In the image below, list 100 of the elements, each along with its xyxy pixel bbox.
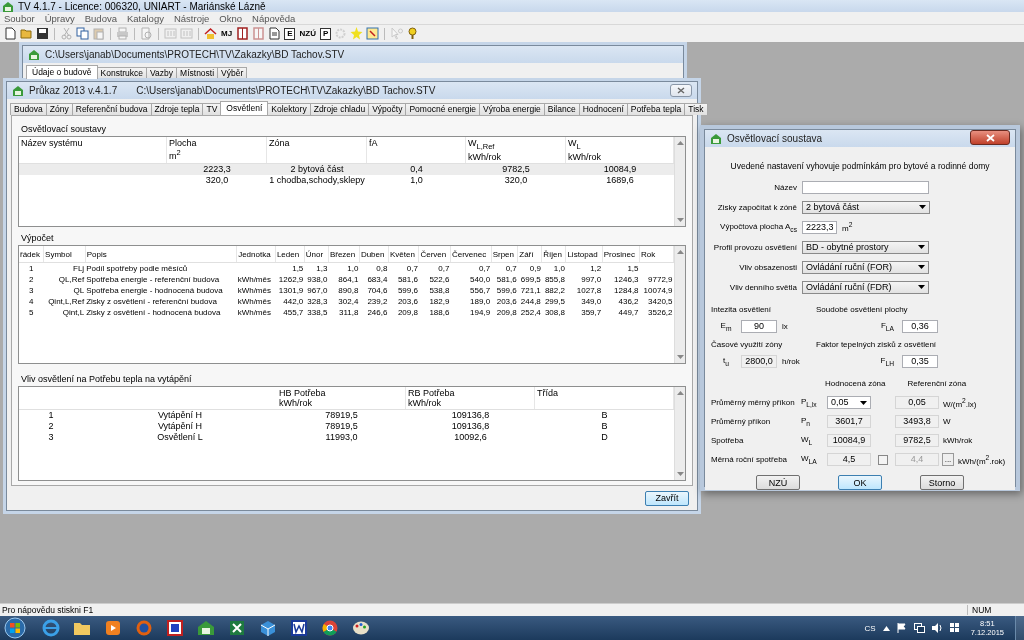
- dialog-button[interactable]: OK: [838, 475, 882, 490]
- tab[interactable]: Zóny: [45, 103, 73, 115]
- language-indicator[interactable]: CS: [864, 623, 876, 633]
- help-icon[interactable]: [406, 27, 420, 40]
- palette-icon[interactable]: [351, 619, 371, 637]
- toolbar-button[interactable]: NZÚ: [298, 29, 317, 38]
- column-header[interactable]: Květen: [388, 246, 419, 263]
- copy-icon[interactable]: [76, 27, 89, 40]
- column-header[interactable]: Říjen: [541, 246, 566, 263]
- globe-icon[interactable]: [134, 619, 154, 637]
- save-icon[interactable]: [36, 27, 49, 40]
- browser-icon[interactable]: [320, 619, 340, 637]
- close-window-button[interactable]: Zavřít: [645, 490, 689, 506]
- tab[interactable]: Bilance: [543, 103, 580, 115]
- new-file-icon[interactable]: [4, 27, 17, 40]
- column-header[interactable]: Listopad: [565, 246, 603, 263]
- tab[interactable]: Vazby: [146, 67, 178, 79]
- number-field[interactable]: 90: [741, 319, 777, 333]
- area-field[interactable]: 2223,3: [802, 220, 837, 234]
- column-header[interactable]: Duben: [359, 246, 389, 263]
- tab[interactable]: Referenční budova: [71, 103, 152, 115]
- menu-item[interactable]: Úpravy: [44, 12, 75, 24]
- column-header[interactable]: fA: [367, 137, 466, 163]
- tab[interactable]: Pomocné energie: [405, 103, 481, 115]
- menu-item[interactable]: Budova: [84, 12, 117, 24]
- toolbar-button[interactable]: P: [319, 27, 332, 40]
- menu-item[interactable]: Okno: [219, 12, 243, 24]
- tab[interactable]: Výpočty: [368, 103, 407, 115]
- tab[interactable]: Výběr: [217, 67, 248, 79]
- name-field[interactable]: [802, 180, 929, 194]
- dropdown[interactable]: Ovládání ruční (FDR): [802, 280, 929, 294]
- menu-item[interactable]: Katalogy: [126, 12, 164, 24]
- column-header[interactable]: Plocha m$^{2}$: [167, 137, 267, 163]
- scroll-up-icon[interactable]: [676, 141, 684, 145]
- column-header[interactable]: Červenec: [450, 246, 492, 263]
- start-button[interactable]: [4, 617, 26, 639]
- zone-dropdown[interactable]: 2 bytová část: [802, 200, 930, 214]
- column-header[interactable]: HB Potřeba kWh/rok: [277, 386, 406, 409]
- tab[interactable]: Tisk: [684, 103, 708, 115]
- scroll-down-icon[interactable]: [676, 472, 684, 476]
- column-header[interactable]: Symbol: [43, 246, 86, 263]
- column-header[interactable]: Únor: [304, 246, 329, 263]
- scroll-up-icon[interactable]: [676, 250, 684, 255]
- star-icon[interactable]: [350, 27, 364, 40]
- spreadsheet-icon[interactable]: [227, 619, 247, 637]
- column-header[interactable]: Jednotka: [236, 246, 276, 263]
- column-header[interactable]: Název systému: [19, 137, 167, 163]
- column-header[interactable]: Popis: [85, 246, 237, 263]
- tab[interactable]: Údaje o budově: [26, 65, 98, 79]
- caret-icon[interactable]: [882, 625, 890, 631]
- column-header[interactable]: Leden: [275, 246, 305, 263]
- dialog-button[interactable]: NZÚ: [756, 475, 800, 490]
- window-icon[interactable]: [165, 619, 185, 637]
- flag-icon[interactable]: [896, 623, 907, 633]
- tab[interactable]: Zdroje chladu: [309, 103, 370, 115]
- tab[interactable]: Hodnocení: [578, 103, 628, 115]
- show-desktop-button[interactable]: [1015, 616, 1024, 640]
- house-icon[interactable]: [196, 619, 216, 637]
- column-header[interactable]: Březen: [328, 246, 360, 263]
- scroll-up-icon[interactable]: [676, 390, 684, 395]
- scroll-down-icon[interactable]: [676, 354, 684, 359]
- column-header[interactable]: Září: [517, 246, 542, 263]
- tab[interactable]: Budova: [10, 103, 47, 115]
- scrollbar[interactable]: [674, 386, 685, 480]
- tab[interactable]: Zdroje tepla: [150, 103, 204, 115]
- toolbar-button[interactable]: E: [284, 27, 296, 40]
- number-field[interactable]: 0,35: [902, 354, 938, 368]
- tab[interactable]: Osvětlení: [220, 101, 269, 115]
- column-header[interactable]: RB Potřeba kWh/rok: [406, 386, 535, 409]
- checkbox[interactable]: [878, 454, 888, 465]
- speaker-icon[interactable]: [931, 623, 943, 633]
- play-icon[interactable]: [103, 619, 123, 637]
- column-header[interactable]: Zóna: [267, 137, 367, 163]
- value-field[interactable]: 0,05: [827, 396, 871, 409]
- book-icon[interactable]: [236, 27, 250, 40]
- menu-item[interactable]: Soubor: [4, 12, 35, 24]
- tab[interactable]: Kolektory: [267, 103, 311, 115]
- browse-button[interactable]: ...: [942, 453, 954, 466]
- column-header[interactable]: řádek: [19, 246, 44, 263]
- tab[interactable]: Výroba energie: [479, 103, 545, 115]
- number-field[interactable]: 0,36: [902, 319, 938, 333]
- toolbar-button[interactable]: MJ: [220, 29, 234, 38]
- column-header[interactable]: Červen: [418, 246, 451, 263]
- cube-icon[interactable]: [258, 619, 278, 637]
- tab[interactable]: Potřeba tepla: [626, 103, 686, 115]
- column-header[interactable]: Rok: [639, 246, 674, 263]
- scroll-down-icon[interactable]: [676, 218, 684, 223]
- table-row[interactable]: 2223,3 2 bytová část 0,4 9782,5 10084,9: [19, 163, 674, 175]
- column-header[interactable]: Prosinec: [602, 246, 640, 263]
- scrollbar[interactable]: [674, 137, 685, 227]
- dialog-button[interactable]: Storno: [920, 475, 964, 490]
- page-icon[interactable]: [268, 27, 282, 40]
- dropdown[interactable]: Ovládání ruční (FOR): [802, 260, 929, 274]
- column-header[interactable]: W$_{L,Ref}$ kWh/rok: [466, 137, 566, 163]
- windows-icon[interactable]: [949, 623, 960, 633]
- close-button[interactable]: [670, 84, 692, 97]
- close-button[interactable]: [970, 130, 1010, 145]
- house-icon[interactable]: [204, 27, 217, 40]
- column-header[interactable]: Srpen: [491, 246, 518, 263]
- scrollbar[interactable]: [674, 246, 685, 363]
